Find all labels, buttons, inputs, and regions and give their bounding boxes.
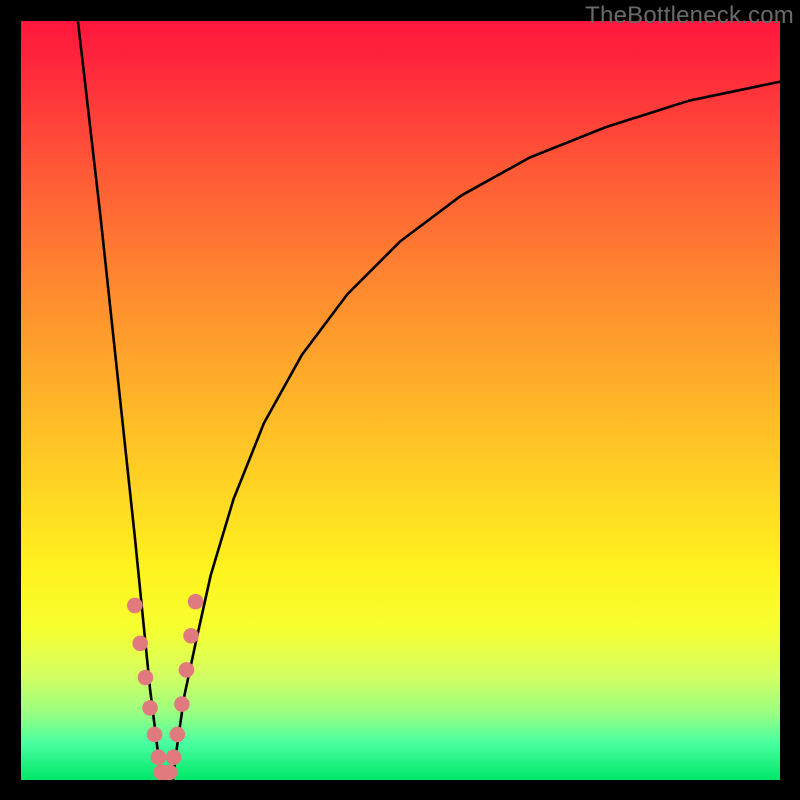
data-dot — [166, 749, 182, 765]
data-dot — [142, 700, 158, 716]
data-dot — [138, 670, 154, 686]
data-dot — [170, 727, 186, 743]
curve-right-branch — [173, 82, 780, 780]
data-dot — [174, 696, 190, 712]
watermark-text: TheBottleneck.com — [585, 2, 794, 30]
curve-left-branch — [78, 21, 161, 780]
data-dot — [147, 727, 163, 743]
data-dot — [183, 628, 199, 644]
plot-area — [21, 21, 780, 780]
data-dot — [132, 636, 148, 652]
data-dot — [162, 765, 178, 780]
data-dot — [151, 749, 167, 765]
data-dot — [179, 662, 195, 678]
data-dot — [188, 594, 204, 610]
chart-frame: TheBottleneck.com — [0, 0, 800, 800]
data-dot — [127, 598, 143, 614]
curves-svg — [21, 21, 780, 780]
